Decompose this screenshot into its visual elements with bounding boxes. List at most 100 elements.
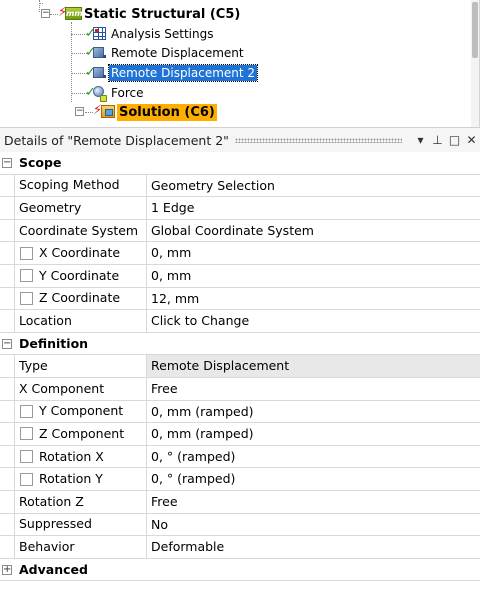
pin-icon[interactable]: ⊥ bbox=[429, 133, 446, 147]
tree-item-remote-displacement-2[interactable]: ✓ Remote Displacement 2 bbox=[85, 63, 259, 83]
property-row-location[interactable]: Location Click to Change bbox=[0, 310, 480, 333]
parameter-checkbox[interactable] bbox=[20, 450, 33, 464]
property-name-text: Type bbox=[19, 358, 48, 374]
collapse-icon[interactable]: − bbox=[2, 158, 12, 168]
scrollbar-thumb[interactable] bbox=[472, 2, 478, 58]
property-name: Z Component bbox=[15, 423, 147, 445]
property-row-z-component[interactable]: Z Component 0, mm (ramped) bbox=[0, 423, 480, 446]
row-gutter bbox=[0, 287, 15, 310]
property-name-text: Rotation Y bbox=[39, 471, 103, 487]
property-row-x-component[interactable]: X Component Free bbox=[0, 377, 480, 401]
tree-item-label: Analysis Settings bbox=[111, 27, 214, 41]
property-row-type[interactable]: Type Remote Displacement bbox=[0, 355, 480, 378]
property-row-geometry[interactable]: Geometry 1 Edge bbox=[0, 197, 480, 220]
expand-icon[interactable]: + bbox=[2, 564, 12, 575]
property-value[interactable]: Remote Displacement bbox=[147, 355, 480, 377]
details-title: Details of "Remote Displacement 2" bbox=[4, 132, 229, 148]
property-row-rotation-x[interactable]: Rotation X 0, ° (ramped) bbox=[0, 445, 480, 469]
dropdown-arrow-icon[interactable]: ▾ bbox=[412, 133, 429, 147]
property-value[interactable]: 0, ° (ramped) bbox=[147, 446, 480, 468]
close-icon[interactable]: ✕ bbox=[463, 133, 480, 147]
property-value[interactable]: Global Coordinate System bbox=[147, 220, 480, 242]
property-name-text: Z Coordinate bbox=[39, 290, 121, 306]
property-value[interactable]: Free bbox=[147, 491, 480, 513]
property-name: Scoping Method bbox=[15, 174, 147, 197]
row-gutter bbox=[0, 536, 15, 558]
group-advanced[interactable]: + Advanced bbox=[0, 558, 480, 582]
property-name: Y Coordinate bbox=[15, 264, 147, 287]
group-label: Advanced bbox=[19, 561, 88, 577]
group-gutter: − bbox=[0, 332, 15, 355]
property-value[interactable]: 0, mm (ramped) bbox=[147, 423, 480, 445]
parameter-checkbox[interactable] bbox=[20, 472, 33, 486]
parameter-checkbox[interactable] bbox=[20, 291, 33, 305]
analysis-settings-icon: ✓ bbox=[85, 26, 107, 42]
tree-connector bbox=[50, 14, 58, 15]
property-value[interactable]: Free bbox=[147, 378, 480, 400]
tree-connector bbox=[85, 112, 93, 113]
tree-item-label: Force bbox=[111, 86, 144, 100]
property-name: X Component bbox=[15, 377, 147, 400]
row-gutter bbox=[0, 174, 15, 197]
tree-item-static-structural[interactable]: ⚡ mm Static Structural (C5) bbox=[58, 4, 242, 24]
property-value[interactable]: 0, mm (ramped) bbox=[147, 401, 480, 423]
property-value[interactable]: 0, mm bbox=[147, 242, 480, 264]
property-row-x-coordinate[interactable]: X Coordinate 0, mm bbox=[0, 242, 480, 265]
tree-item-label: Remote Displacement 2 bbox=[107, 64, 259, 82]
row-gutter bbox=[0, 377, 15, 400]
collapse-icon[interactable]: − bbox=[2, 338, 12, 349]
tree-item-solution[interactable]: ⚡ Solution (C6) bbox=[93, 102, 217, 122]
row-gutter bbox=[0, 219, 15, 242]
group-label: Scope bbox=[19, 155, 62, 170]
tree-item-analysis-settings[interactable]: ✓ Analysis Settings bbox=[85, 24, 215, 44]
property-value[interactable]: Click to Change bbox=[147, 310, 480, 332]
parameter-checkbox[interactable] bbox=[20, 427, 33, 441]
property-value[interactable]: 0, mm bbox=[147, 265, 480, 287]
project-tree: − − ⚡ mm Static Structural (C5) ✓ Analysi… bbox=[0, 0, 480, 127]
property-row-z-coordinate[interactable]: Z Coordinate 12, mm bbox=[0, 287, 480, 311]
group-gutter: − bbox=[0, 152, 15, 174]
property-name: Suppressed bbox=[15, 513, 147, 536]
property-value[interactable]: 1 Edge bbox=[147, 197, 480, 219]
row-gutter bbox=[0, 355, 15, 377]
group-gutter: + bbox=[0, 558, 15, 581]
property-value[interactable]: No bbox=[147, 514, 480, 536]
parameter-checkbox[interactable] bbox=[20, 269, 33, 283]
property-row-rotation-y[interactable]: Rotation Y 0, ° (ramped) bbox=[0, 468, 480, 491]
solution-icon: ⚡ bbox=[93, 104, 115, 120]
row-gutter bbox=[0, 423, 15, 445]
property-name-text: Z Component bbox=[39, 425, 125, 441]
collapse-static-structural-button[interactable]: − bbox=[41, 9, 50, 18]
property-name: X Coordinate bbox=[15, 242, 147, 264]
group-definition[interactable]: − Definition bbox=[0, 332, 480, 356]
property-name-text: Y Component bbox=[39, 403, 124, 419]
tree-scrollbar[interactable] bbox=[471, 0, 479, 127]
tree-item-force[interactable]: ✓ Force bbox=[85, 83, 145, 103]
property-value[interactable]: Deformable bbox=[147, 536, 480, 558]
property-row-scoping-method[interactable]: Scoping Method Geometry Selection bbox=[0, 174, 480, 198]
property-row-suppressed[interactable]: Suppressed No bbox=[0, 513, 480, 537]
parameter-checkbox[interactable] bbox=[20, 404, 33, 418]
row-gutter bbox=[0, 445, 15, 468]
property-value[interactable]: 0, ° (ramped) bbox=[147, 468, 480, 490]
panel-drag-grip[interactable] bbox=[234, 137, 402, 143]
property-row-rotation-z[interactable]: Rotation Z Free bbox=[0, 490, 480, 514]
property-name-text: Geometry bbox=[19, 199, 82, 215]
row-gutter bbox=[0, 264, 15, 287]
property-value[interactable]: Geometry Selection bbox=[147, 175, 480, 197]
row-gutter bbox=[0, 310, 15, 332]
property-value[interactable]: 12, mm bbox=[147, 288, 480, 310]
parameter-checkbox[interactable] bbox=[20, 246, 33, 260]
property-row-y-component[interactable]: Y Component 0, mm (ramped) bbox=[0, 400, 480, 424]
row-gutter bbox=[0, 490, 15, 513]
property-row-behavior[interactable]: Behavior Deformable bbox=[0, 536, 480, 559]
property-name-text: Y Coordinate bbox=[39, 267, 120, 283]
collapse-solution-button[interactable]: − bbox=[75, 107, 84, 116]
tree-item-remote-displacement[interactable]: ✓ Remote Displacement bbox=[85, 43, 246, 63]
property-name-text: Location bbox=[19, 312, 72, 328]
row-gutter bbox=[0, 513, 15, 536]
property-row-y-coordinate[interactable]: Y Coordinate 0, mm bbox=[0, 264, 480, 288]
property-row-coordinate-system[interactable]: Coordinate System Global Coordinate Syste… bbox=[0, 219, 480, 243]
group-scope[interactable]: − Scope bbox=[0, 152, 480, 175]
maximize-icon[interactable]: □ bbox=[446, 133, 463, 147]
